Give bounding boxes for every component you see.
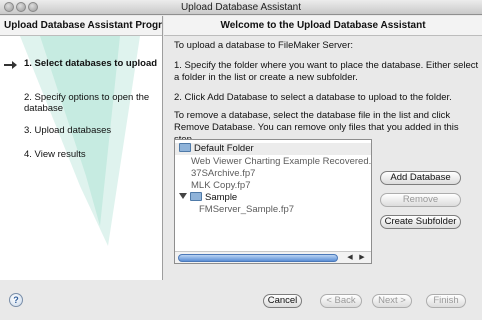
window-titlebar: Upload Database Assistant [0, 0, 482, 15]
progress-step-upload: 3. Upload databases [24, 125, 112, 136]
disclosure-triangle-icon[interactable] [179, 193, 187, 199]
page-title: Welcome to the Upload Database Assistant [164, 16, 482, 36]
tree-row-file[interactable]: 37SArchive.fp7 [191, 168, 255, 180]
progress-pane: Upload Database Assistant Progress 1. Se… [0, 16, 163, 280]
finish-button[interactable]: Finish [426, 294, 466, 308]
instruction-step-2: 2. Click Add Database to select a databa… [174, 92, 452, 103]
horizontal-scrollbar[interactable]: ◀ ▶ [175, 251, 371, 263]
help-button[interactable]: ? [9, 293, 23, 307]
progress-step-view-results: 4. View results [24, 149, 86, 160]
scroll-right-arrow-icon[interactable]: ▶ [357, 253, 367, 263]
zoom-window-button[interactable] [28, 2, 38, 12]
progress-step-select-databases: 1. Select databases to upload [24, 58, 158, 69]
folder-icon [190, 192, 202, 201]
folder-tree-list[interactable]: Default Folder Web Viewer Charting Examp… [174, 139, 372, 264]
tree-row-file[interactable]: Web Viewer Charting Example Recovered.fp… [191, 156, 371, 168]
create-subfolder-button[interactable]: Create Subfolder [380, 215, 461, 229]
close-window-button[interactable] [4, 2, 14, 12]
remove-database-button[interactable]: Remove [380, 193, 461, 207]
tree-row-default-folder[interactable]: Default Folder [175, 143, 371, 155]
cancel-button[interactable]: Cancel [263, 294, 302, 308]
add-database-button[interactable]: Add Database [380, 171, 461, 185]
back-button[interactable]: < Back [320, 294, 362, 308]
scrollbar-thumb[interactable] [178, 254, 338, 262]
tree-row-file[interactable]: MLK Copy.fp7 [191, 180, 251, 192]
next-button[interactable]: Next > [372, 294, 412, 308]
instruction-step-1: 1. Specify the folder where you want to … [174, 60, 479, 83]
window-controls [4, 2, 40, 17]
minimize-window-button[interactable] [16, 2, 26, 12]
window-title: Upload Database Assistant [180, 2, 302, 13]
progress-step-specify-options: 2. Specify options to open the database [24, 92, 150, 114]
current-step-arrow-icon [4, 61, 17, 69]
intro-text: To upload a database to FileMaker Server… [174, 40, 354, 51]
progress-heading: Upload Database Assistant Progress [0, 16, 162, 36]
tree-row-sample-folder[interactable]: Sample [179, 192, 237, 204]
content-pane: Welcome to the Upload Database Assistant… [164, 16, 482, 280]
folder-icon [179, 143, 191, 152]
tree-row-file[interactable]: FMServer_Sample.fp7 [199, 204, 294, 216]
scroll-left-arrow-icon[interactable]: ◀ [345, 253, 355, 263]
